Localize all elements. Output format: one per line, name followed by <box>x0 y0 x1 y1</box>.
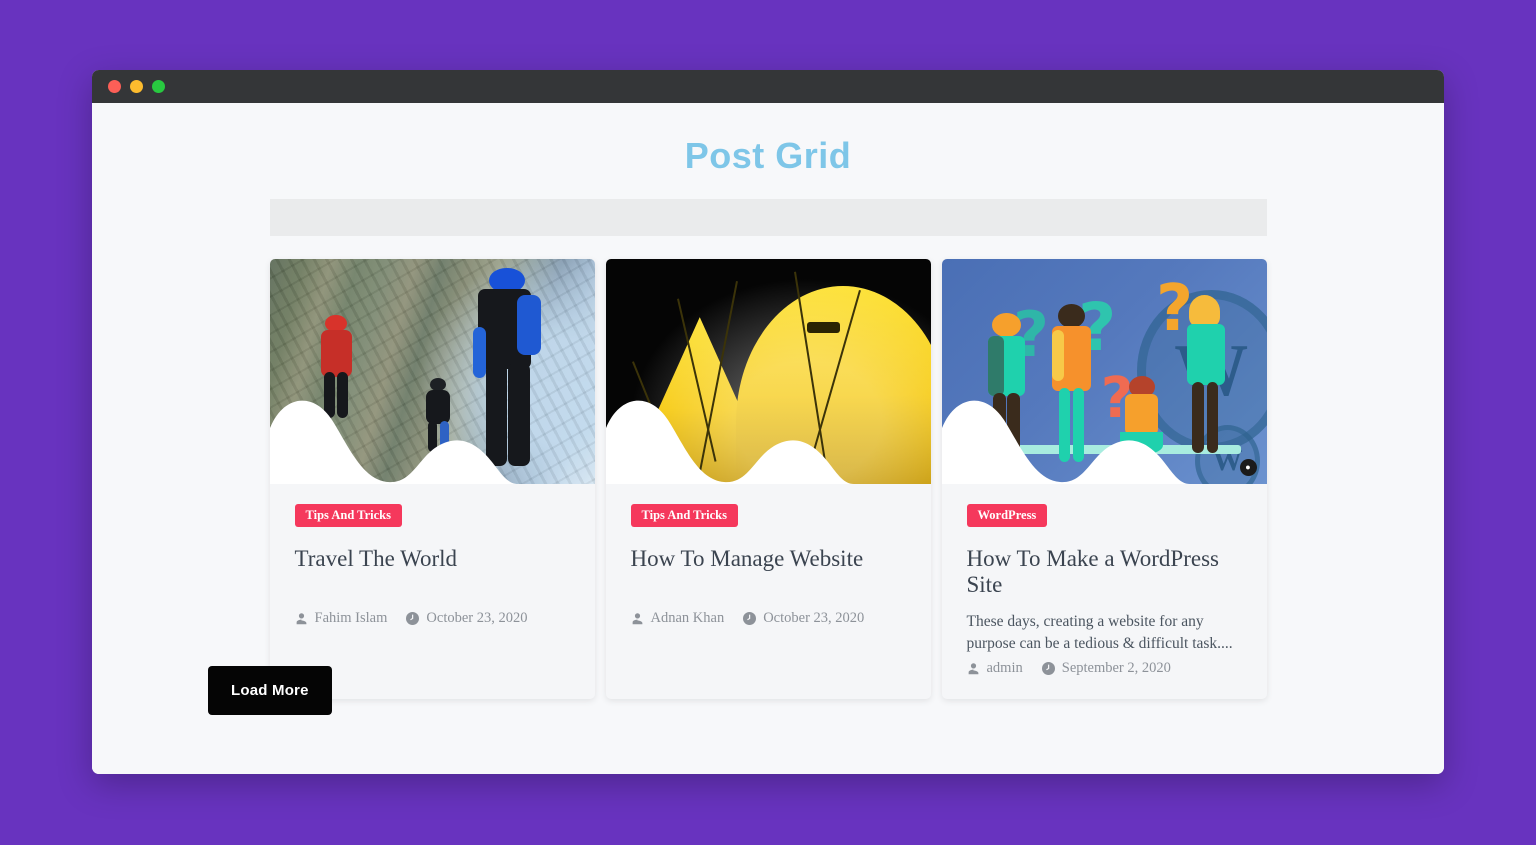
load-more-button[interactable]: Load More <box>208 666 332 715</box>
post-author: Fahim Islam <box>295 609 388 627</box>
post-date-label: September 2, 2020 <box>1061 659 1171 676</box>
category-badge[interactable]: WordPress <box>966 503 1048 528</box>
post-title[interactable]: Travel The World <box>295 546 570 572</box>
wave-overlay-icon <box>605 400 854 484</box>
filter-bar-placeholder[interactable] <box>269 198 1267 236</box>
category-badge[interactable]: Tips And Tricks <box>294 503 402 528</box>
post-grid: Tips And Tricks Travel The World Fahim I… <box>269 258 1267 699</box>
post-thumbnail <box>605 258 931 484</box>
browser-window: Post Grid Tips And Tricks Travel The Wor… <box>92 70 1444 774</box>
post-author-label: Adnan Khan <box>650 609 725 626</box>
post-date: October 23, 2020 <box>743 610 864 627</box>
post-meta: admin September 2, 2020 <box>967 660 1242 699</box>
wave-overlay-icon <box>941 400 1190 484</box>
wave-overlay-icon <box>269 400 518 484</box>
post-date-label: October 23, 2020 <box>426 609 528 626</box>
page-content: Post Grid Tips And Tricks Travel The Wor… <box>92 103 1444 774</box>
post-author: Adnan Khan <box>631 609 725 627</box>
close-dot[interactable] <box>108 80 121 93</box>
post-author-label: admin <box>986 659 1023 676</box>
post-date-label: October 23, 2020 <box>763 609 865 626</box>
post-thumbnail: W W ? ? ? ? <box>941 258 1267 484</box>
post-card[interactable]: Tips And Tricks Travel The World Fahim I… <box>269 258 595 699</box>
post-excerpt: These days, creating a website for any p… <box>966 612 1233 652</box>
clock-icon <box>406 611 420 625</box>
post-card-body: Tips And Tricks How To Manage Website Ad… <box>606 484 931 699</box>
post-title[interactable]: How To Make a WordPress Site <box>967 546 1242 598</box>
post-author-label: Fahim Islam <box>314 609 388 626</box>
post-meta: Fahim Islam October 23, 2020 <box>295 610 570 627</box>
user-icon <box>296 613 306 625</box>
post-author: admin <box>967 660 1023 677</box>
page-title: Post Grid <box>684 135 852 176</box>
minimize-dot[interactable] <box>130 80 143 93</box>
post-date: October 23, 2020 <box>406 610 527 627</box>
post-card[interactable]: Tips And Tricks How To Manage Website Ad… <box>605 258 931 699</box>
browser-titlebar <box>92 70 1444 103</box>
tent-vent <box>807 321 840 333</box>
post-date: September 2, 2020 <box>1041 659 1171 677</box>
post-card[interactable]: W W ? ? ? ? <box>941 258 1267 699</box>
clock-icon <box>743 611 757 625</box>
post-card-body: WordPress How To Make a WordPress Site T… <box>942 484 1267 699</box>
post-title[interactable]: How To Manage Website <box>631 546 906 572</box>
post-meta: Adnan Khan October 23, 2020 <box>631 610 906 627</box>
clock-icon <box>1041 661 1055 675</box>
post-thumbnail <box>269 258 595 484</box>
user-icon <box>968 663 978 675</box>
maximize-dot[interactable] <box>152 80 165 93</box>
user-icon <box>632 613 642 625</box>
category-badge[interactable]: Tips And Tricks <box>630 503 738 528</box>
